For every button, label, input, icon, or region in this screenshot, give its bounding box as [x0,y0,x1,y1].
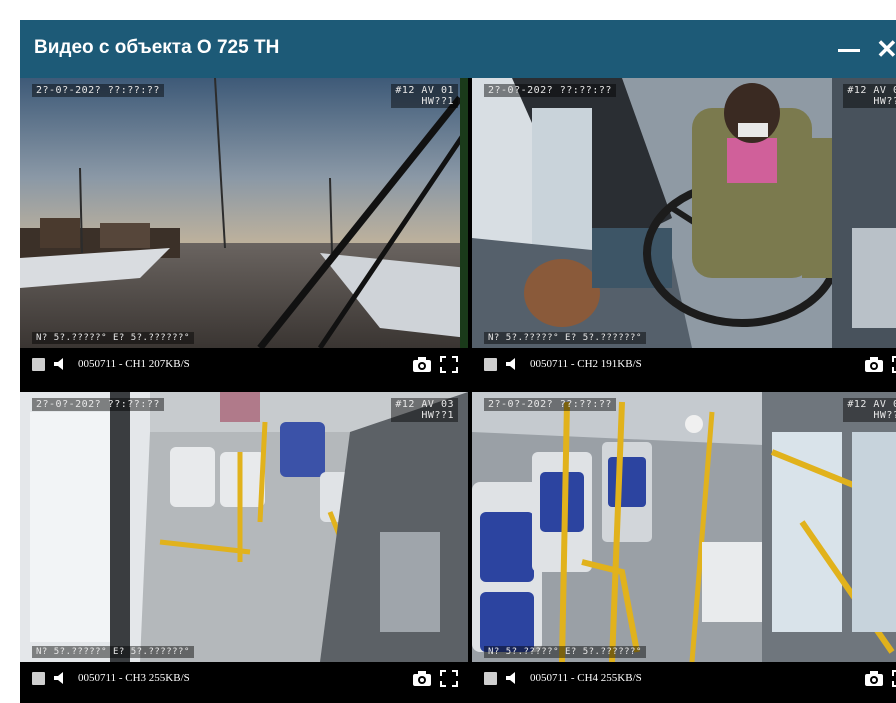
video-controls-2: 0050711 - СН2 191KB/S [472,348,896,382]
stream-label: 0050711 - СН2 191KB/S [530,358,642,370]
camera-icon[interactable] [864,670,884,687]
osd-timestamp: 2?-0?-202? ??:??:?? [32,398,164,411]
osd-channel-sub: HW??1 [873,96,896,107]
fullscreen-icon[interactable] [892,356,896,373]
video-frame-driver [472,78,896,348]
video-cell-2[interactable]: 2?-0?-202? ??:??:?? #12 AV 02 HW??1 N? 5… [472,78,896,396]
stream-label: 0050711 - СН1 207KB/S [78,358,190,370]
osd-channel-label: #12 AV 04 [847,399,896,410]
video-feed-3[interactable]: 2?-0?-202? ??:??:?? #12 AV 03 HW??1 N? 5… [20,392,468,662]
fullscreen-icon[interactable] [892,670,896,687]
minimize-button[interactable] [838,42,860,58]
speaker-icon[interactable] [52,670,68,686]
speaker-icon[interactable] [504,670,520,686]
osd-channel-label: #12 AV 03 [395,399,454,410]
stop-icon[interactable] [484,672,497,685]
osd-geo: N? 5?.?????° E? 5?.??????° [32,332,194,344]
osd-timestamp: 2?-0?-202? ??:??:?? [484,398,616,411]
video-feed-4[interactable]: 2?-0?-202? ??:??:?? #12 AV 04 HW??1 N? 5… [472,392,896,662]
stream-label: 0050711 - СН3 255KB/S [78,672,190,684]
window-title: Видео с объекта О 725 ТН [34,37,280,58]
video-controls-4: 0050711 - СН4 255KB/S [472,662,896,696]
osd-channel: #12 AV 04 HW??1 [843,398,896,422]
stop-icon[interactable] [32,358,45,371]
stream-label: 0050711 - СН4 255KB/S [530,672,642,684]
osd-channel: #12 AV 02 HW??1 [843,84,896,108]
video-controls-3: 0050711 - СН3 255KB/S [20,662,468,696]
video-frame-interior-seats [472,392,896,662]
video-frame-road [20,78,468,348]
speaker-icon[interactable] [52,356,68,372]
osd-geo: N? 5?.?????° E? 5?.??????° [484,646,646,658]
camera-icon[interactable] [412,670,432,687]
osd-timestamp: 2?-0?-202? ??:??:?? [484,84,616,97]
fullscreen-icon[interactable] [440,356,458,373]
close-button[interactable]: ✕ [876,34,896,64]
video-controls-1: 0050711 - СН1 207KB/S [20,348,468,382]
osd-geo: N? 5?.?????° E? 5?.??????° [32,646,194,658]
video-cell-1[interactable]: 2?-0?-202? ??:??:?? #12 AV 01 HW??1 N? 5… [20,78,468,396]
video-cell-3[interactable]: 2?-0?-202? ??:??:?? #12 AV 03 HW??1 N? 5… [20,392,468,703]
osd-geo: N? 5?.?????° E? 5?.??????° [484,332,646,344]
osd-channel-label: #12 AV 02 [847,85,896,96]
stop-icon[interactable] [32,672,45,685]
video-feed-1[interactable]: 2?-0?-202? ??:??:?? #12 AV 01 HW??1 N? 5… [20,78,468,348]
camera-icon[interactable] [412,356,432,373]
osd-timestamp: 2?-0?-202? ??:??:?? [32,84,164,97]
speaker-icon[interactable] [504,356,520,372]
fullscreen-icon[interactable] [440,670,458,687]
camera-icon[interactable] [864,356,884,373]
osd-channel: #12 AV 03 HW??1 [391,398,458,422]
video-feed-2[interactable]: 2?-0?-202? ??:??:?? #12 AV 02 HW??1 N? 5… [472,78,896,348]
osd-channel-sub: HW??1 [421,410,454,421]
video-cell-4[interactable]: 2?-0?-202? ??:??:?? #12 AV 04 HW??1 N? 5… [472,392,896,703]
osd-channel-sub: HW??1 [421,96,454,107]
osd-channel-label: #12 AV 01 [395,85,454,96]
video-window: Видео с объекта О 725 ТН ✕ 2?-0?-202? ??… [20,20,896,703]
video-frame-interior-front [20,392,468,662]
window-titlebar[interactable]: Видео с объекта О 725 ТН ✕ [20,20,896,78]
osd-channel-sub: HW??1 [873,410,896,421]
osd-channel: #12 AV 01 HW??1 [391,84,458,108]
stop-icon[interactable] [484,358,497,371]
